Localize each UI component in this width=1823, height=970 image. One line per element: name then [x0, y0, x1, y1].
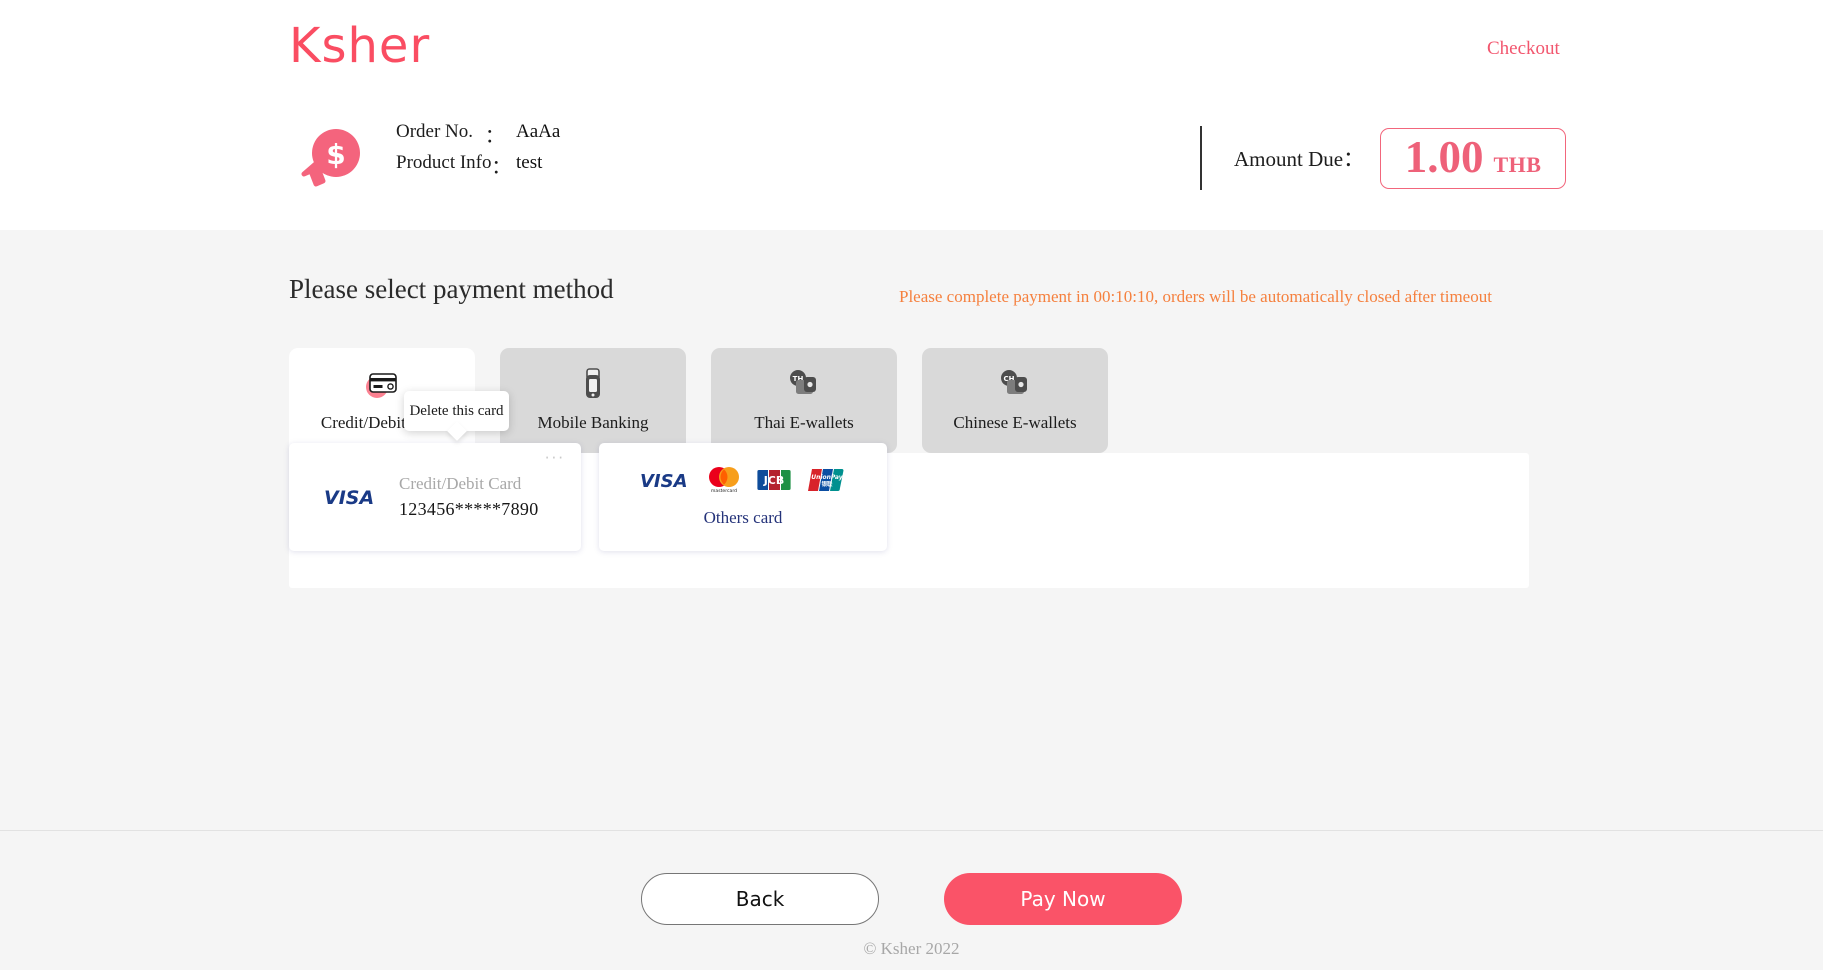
svg-text:$: $ — [326, 138, 345, 171]
payment-body: Please select payment method Please comp… — [0, 230, 1823, 830]
card-brand-row: VISA mastercard JCB UnionPay 银联 — [640, 466, 847, 499]
order-no-value: AaAa — [516, 121, 561, 142]
tooltip-label: Delete this card — [409, 402, 504, 419]
tab-thai-ewallets[interactable]: TH Thai E-wallets — [711, 348, 897, 453]
page-footer: Back Pay Now © Ksher 2022 — [0, 830, 1823, 970]
three-dots-icon[interactable]: ··· — [545, 451, 565, 466]
visa-logo-icon: VISA — [323, 486, 385, 509]
order-summary-row: $ Order No.： AaAa Product Info： test Amo… — [0, 118, 1823, 198]
back-button-label: Back — [735, 887, 785, 911]
page-header: Ksher Checkout $ Order No. ： AaAa Product… — [0, 0, 1823, 230]
checkout-link[interactable]: Checkout — [1487, 38, 1560, 60]
product-info-value: test — [516, 152, 543, 173]
product-info-field: Product Info： test — [396, 152, 560, 178]
tab-mobile-banking[interactable]: Mobile Banking — [500, 348, 686, 453]
mastercard-logo-icon: mastercard — [705, 466, 743, 499]
dollar-cursor-icon: $ — [296, 128, 362, 190]
pay-now-button-label: Pay Now — [1020, 887, 1106, 911]
order-fields: Order No.： AaAa Product Info： test — [396, 118, 561, 178]
saved-card-item[interactable]: Delete this card ··· VISA Credit/Debit C… — [289, 391, 581, 551]
others-card-label: Others card — [703, 508, 783, 527]
tab-chinese-ewallets[interactable]: CH Chinese E-wallets — [922, 348, 1108, 453]
svg-text:VISA: VISA — [324, 487, 374, 508]
timeout-message: Please complete payment in 00:10:10, ord… — [899, 287, 1492, 306]
amount-currency: THB — [1493, 151, 1542, 177]
credit-card-icon — [362, 365, 402, 401]
saved-card-number: 123456*****7890 — [399, 499, 539, 519]
order-no-field: Order No. ： AaAa — [396, 121, 561, 147]
svg-text:VISA: VISA — [640, 471, 688, 490]
order-no-colon: ： — [484, 126, 504, 147]
amount-due-box: 1.00 THB — [1380, 127, 1567, 189]
svg-text:UnionPay: UnionPay — [811, 474, 843, 481]
vertical-divider — [1200, 126, 1202, 190]
amount-due-block: Amount Due： 1.00 THB — [1200, 108, 1567, 208]
amount-value: 1.00 — [1404, 131, 1484, 182]
product-info-label: Product Info — [396, 152, 492, 173]
delete-card-tooltip: Delete this card — [404, 391, 509, 431]
others-card-item[interactable]: VISA mastercard JCB UnionPay 银联 Others c… — [599, 443, 887, 551]
checkout-link-label: Checkout — [1487, 38, 1560, 59]
svg-text:mastercard: mastercard — [710, 488, 736, 494]
unionpay-logo-icon: UnionPay 银联 — [807, 467, 847, 498]
order-no-label: Order No. — [396, 121, 474, 142]
tab-label: Mobile Banking — [537, 413, 649, 432]
th-wallet-icon: TH — [784, 365, 824, 401]
tab-label: Thai E-wallets — [754, 413, 854, 432]
ksher-logo: Ksher — [289, 22, 430, 70]
svg-text:JCB: JCB — [762, 474, 784, 487]
card-list: Delete this card ··· VISA Credit/Debit C… — [289, 391, 887, 551]
cn-wallet-icon: CH — [995, 365, 1035, 401]
jcb-logo-icon: JCB — [756, 466, 794, 499]
product-info-colon: ： — [491, 157, 511, 178]
svg-text:银联: 银联 — [821, 480, 832, 488]
visa-logo-icon: VISA — [640, 470, 692, 495]
saved-card-texts: Credit/Debit Card 123456*****7890 — [399, 474, 539, 520]
back-button[interactable]: Back — [641, 873, 879, 925]
pay-now-button[interactable]: Pay Now — [944, 873, 1182, 925]
copyright-text: © Ksher 2022 — [863, 939, 960, 958]
credit-card-panel: Delete this card ··· VISA Credit/Debit C… — [289, 391, 1529, 588]
footer-button-row: Back Pay Now — [0, 873, 1823, 925]
page-title: Please select payment method — [289, 274, 614, 304]
amount-due-label: Amount Due： — [1234, 147, 1365, 171]
tab-label: Chinese E-wallets — [953, 413, 1077, 432]
mobile-phone-icon — [573, 365, 613, 401]
checkout-page: Ksher Checkout $ Order No. ： AaAa Product… — [0, 0, 1823, 970]
logo-text: Ksher — [289, 18, 431, 74]
saved-card-type: Credit/Debit Card — [399, 474, 522, 493]
